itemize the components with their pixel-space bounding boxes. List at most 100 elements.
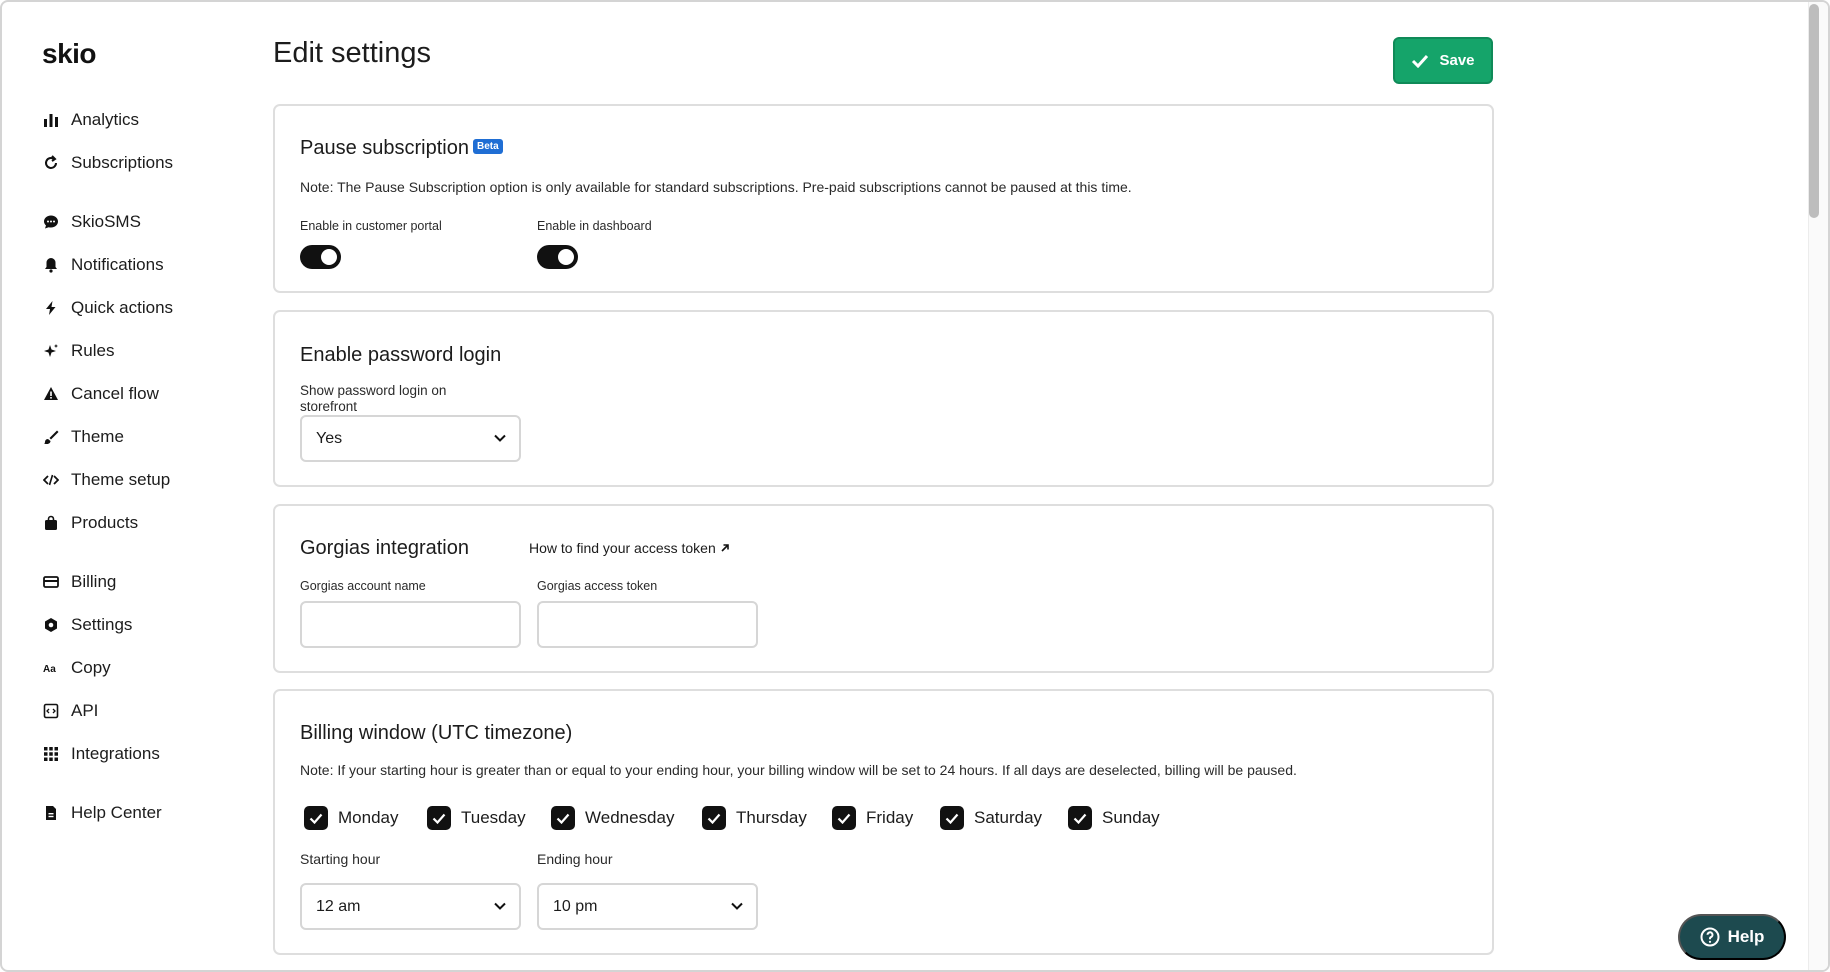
day-label: Monday	[338, 808, 399, 827]
sidebar-item-analytics[interactable]: Analytics	[42, 106, 139, 134]
dashboard-toggle-label: Enable in dashboard	[537, 219, 652, 233]
sidebar-item-subscriptions[interactable]: Subscriptions	[42, 149, 173, 177]
sidebar-item-label: Copy	[71, 658, 111, 677]
password-login-card: Enable password login Show password logi…	[273, 310, 1494, 487]
sidebar-item-label: Analytics	[71, 110, 140, 129]
checkbox-checked-icon	[832, 806, 856, 830]
sidebar-item-copy[interactable]: Aa Copy	[42, 654, 111, 682]
billing-window-card: Billing window (UTC timezone) Note: If y…	[273, 689, 1494, 955]
customer-portal-toggle[interactable]	[300, 245, 341, 269]
document-icon	[42, 804, 60, 822]
sidebar-item-label: Settings	[71, 615, 133, 634]
pause-note: Note: The Pause Subscription option is o…	[300, 179, 1132, 195]
gorgias-title: Gorgias integration	[300, 537, 469, 559]
ending-hour-select[interactable]: 10 pm	[537, 883, 758, 930]
starting-hour-label: Starting hour	[300, 851, 381, 867]
sidebar-item-label: Billing	[71, 572, 117, 591]
gorgias-integration-card: Gorgias integration How to find your acc…	[273, 504, 1494, 673]
pause-subscription-title: Pause subscription Beta	[300, 137, 503, 160]
page-title: Edit settings	[273, 37, 431, 69]
day-checkbox-sunday[interactable]: Sunday	[1068, 806, 1160, 830]
sidebar-item-label: Integrations	[71, 744, 160, 763]
sidebar-item-products[interactable]: Products	[42, 509, 138, 537]
sidebar-item-label: Theme setup	[71, 470, 171, 489]
sidebar-item-cancel-flow[interactable]: Cancel flow	[42, 380, 159, 408]
sidebar-item-label: Quick actions	[71, 298, 174, 317]
save-button[interactable]: Save	[1393, 37, 1493, 84]
day-checkbox-monday[interactable]: Monday	[304, 806, 398, 830]
day-label: Saturday	[974, 808, 1043, 827]
sidebar-item-skiosms[interactable]: SkioSMS	[42, 208, 141, 236]
sidebar-item-label: Products	[71, 513, 139, 532]
gorgias-account-input[interactable]	[300, 601, 521, 648]
grid-icon	[42, 745, 60, 763]
sidebar-item-integrations[interactable]: Integrations	[42, 740, 160, 768]
skio-logo[interactable]: skio	[42, 38, 97, 70]
sidebar-item-notifications[interactable]: Notifications	[42, 251, 164, 279]
brush-icon	[42, 428, 60, 446]
sidebar-item-billing[interactable]: Billing	[42, 568, 116, 596]
password-login-label: Show password login on storefront	[300, 383, 447, 414]
warning-triangle-icon	[42, 385, 60, 403]
sidebar-item-settings[interactable]: Settings	[42, 611, 132, 639]
shopping-bag-icon	[42, 514, 60, 532]
toggle-knob	[321, 249, 337, 265]
help-widget-button[interactable]: Help	[1678, 914, 1786, 960]
beta-badge: Beta	[472, 139, 503, 155]
app-window: skio Analytics Subscriptions SkioSMS Not…	[0, 0, 1830, 972]
day-label: Tuesday	[461, 808, 526, 827]
password-login-title: Enable password login	[300, 344, 502, 366]
chevron-down-icon	[494, 902, 506, 910]
help-widget-label: Help	[1727, 927, 1765, 946]
bar-chart-icon	[42, 111, 60, 129]
ending-hour-value: 10 pm	[553, 897, 598, 915]
scrollbar-thumb[interactable]	[1809, 4, 1819, 218]
sidebar-item-rules[interactable]: Rules	[42, 337, 114, 365]
chevron-down-icon	[494, 434, 506, 442]
access-token-help-link[interactable]: How to find your access token	[529, 540, 730, 556]
lightning-icon	[42, 299, 60, 317]
day-checkbox-friday[interactable]: Friday	[832, 806, 913, 830]
checkbox-checked-icon	[1068, 806, 1092, 830]
checkbox-checked-icon	[551, 806, 575, 830]
sidebar-item-label: Help Center	[71, 803, 162, 822]
sidebar-item-label: Theme	[71, 427, 124, 446]
gorgias-account-label: Gorgias account name	[300, 579, 426, 593]
pause-subscription-card: Pause subscription Beta Note: The Pause S…	[273, 104, 1494, 293]
starting-hour-value: 12 am	[316, 897, 361, 915]
sidebar-item-label: Rules	[71, 341, 115, 360]
day-label: Sunday	[1102, 808, 1160, 827]
day-checkbox-wednesday[interactable]: Wednesday	[551, 806, 674, 830]
api-icon	[42, 702, 60, 720]
sidebar-item-quick-actions[interactable]: Quick actions	[42, 294, 173, 322]
checkmark-icon	[1412, 54, 1429, 68]
day-checkbox-saturday[interactable]: Saturday	[940, 806, 1042, 830]
password-login-select[interactable]: Yes	[300, 415, 521, 462]
day-label: Thursday	[736, 808, 807, 827]
text-aa-icon: Aa	[42, 659, 60, 677]
sidebar-item-theme[interactable]: Theme	[42, 423, 124, 451]
sidebar-item-label: SkioSMS	[71, 212, 141, 231]
sparkle-icon	[42, 342, 60, 360]
gorgias-token-label: Gorgias access token	[537, 579, 658, 593]
code-icon	[42, 471, 60, 489]
save-button-label: Save	[1439, 52, 1475, 69]
sidebar-item-help-center[interactable]: Help Center	[42, 799, 162, 827]
bell-icon	[42, 256, 60, 274]
starting-hour-select[interactable]: 12 am	[300, 883, 521, 930]
billing-window-note: Note: If your starting hour is greater t…	[300, 762, 1297, 778]
day-checkbox-tuesday[interactable]: Tuesday	[427, 806, 526, 830]
gorgias-token-input[interactable]	[537, 601, 758, 648]
refresh-icon	[42, 154, 60, 172]
credit-card-icon	[42, 573, 60, 591]
sidebar-item-theme-setup[interactable]: Theme setup	[42, 466, 170, 494]
pause-title-text: Pause subscription	[300, 137, 469, 159]
password-login-value: Yes	[316, 429, 343, 447]
chat-bubble-icon	[42, 213, 60, 231]
sidebar-item-label: Notifications	[71, 255, 164, 274]
dashboard-toggle[interactable]	[537, 245, 578, 269]
sidebar-item-api[interactable]: API	[42, 697, 98, 725]
gear-icon	[42, 616, 60, 634]
billing-window-title: Billing window (UTC timezone)	[300, 722, 573, 744]
day-checkbox-thursday[interactable]: Thursday	[702, 806, 807, 830]
